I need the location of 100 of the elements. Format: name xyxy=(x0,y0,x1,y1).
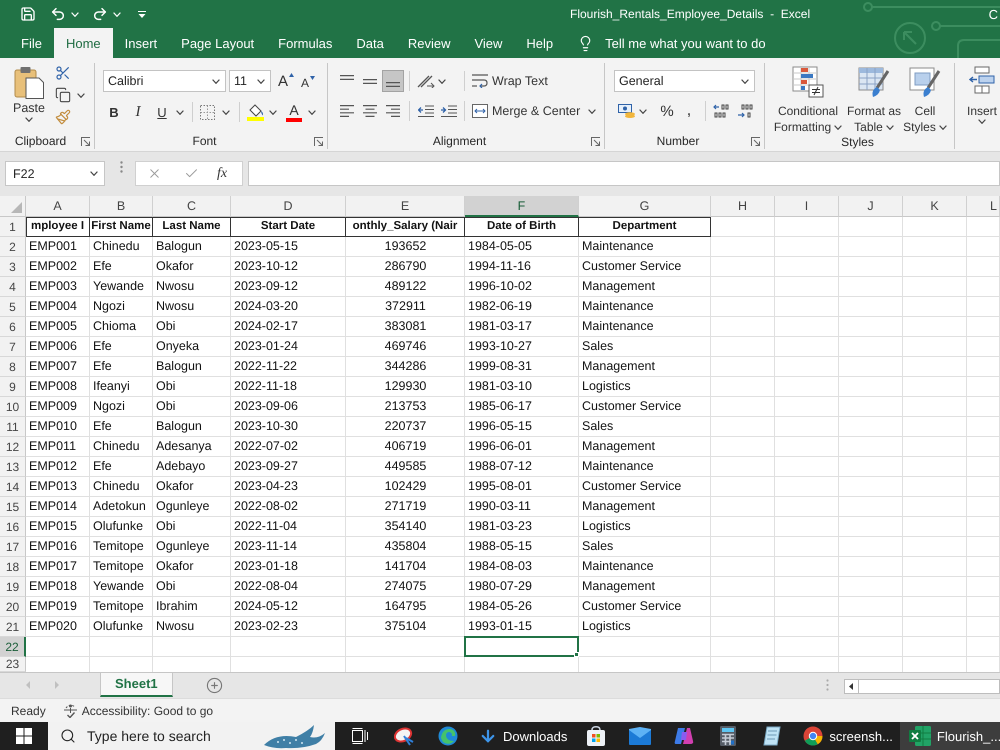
row-header[interactable]: 11 xyxy=(0,417,26,437)
horizontal-scrollbar[interactable] xyxy=(844,679,1000,694)
increase-decimal-icon[interactable] xyxy=(713,104,729,118)
column-header[interactable]: H xyxy=(711,196,775,217)
row-header[interactable]: 15 xyxy=(0,497,26,517)
angled-text-icon[interactable] xyxy=(417,74,435,88)
shrink-font-button[interactable]: A xyxy=(301,71,316,91)
styles-button[interactable]: Cell Styles xyxy=(903,63,947,135)
ribbon-tab[interactable]: Data xyxy=(344,28,396,58)
browser-circle-icon[interactable] xyxy=(803,726,824,746)
copy-icon[interactable] xyxy=(55,87,71,103)
row-header[interactable]: 3 xyxy=(0,257,26,277)
comma-style-button[interactable]: , xyxy=(679,101,699,121)
row-header[interactable]: 1 xyxy=(0,217,26,237)
name-box-field[interactable]: F22 xyxy=(5,161,105,186)
save-icon[interactable] xyxy=(20,6,36,22)
taskbar-button[interactable]: Flourish_... xyxy=(900,722,1000,750)
row-header[interactable]: 19 xyxy=(0,577,26,597)
ribbon-tab[interactable]: Review xyxy=(396,28,462,58)
row-header[interactable]: 23 xyxy=(0,657,26,672)
sheet-tab[interactable]: Sheet1 xyxy=(100,672,173,696)
caret-icon[interactable] xyxy=(834,124,842,130)
task-view-icon[interactable] xyxy=(352,728,368,744)
row-header[interactable]: 22 xyxy=(0,637,26,657)
customize-toolbar-icon[interactable] xyxy=(138,10,146,18)
redo-icon[interactable] xyxy=(92,6,108,22)
undo-icon[interactable] xyxy=(50,6,66,22)
ribbon-tab[interactable]: View xyxy=(462,28,514,58)
caret-icon[interactable] xyxy=(886,124,894,130)
column-header[interactable]: K xyxy=(903,196,967,217)
taskbar-button[interactable]: screensh... xyxy=(794,722,900,750)
increase-indent-icon[interactable] xyxy=(441,105,457,117)
row-header[interactable]: 2 xyxy=(0,237,26,257)
row-header[interactable]: 6 xyxy=(0,317,26,337)
styles-button[interactable]: Format as Table xyxy=(845,63,903,135)
cell-brush-icon[interactable] xyxy=(909,66,941,98)
merge-center-button[interactable]: Merge & Center xyxy=(472,101,596,121)
ribbon-tab[interactable]: Page Layout xyxy=(169,28,266,58)
row-header[interactable]: 4 xyxy=(0,277,26,297)
caret-icon[interactable] xyxy=(77,92,85,98)
row-header[interactable]: 8 xyxy=(0,357,26,377)
accessibility-check-icon[interactable] xyxy=(62,704,78,718)
row-header[interactable]: 7 xyxy=(0,337,26,357)
money-coins-icon[interactable] xyxy=(618,104,635,118)
underline-button[interactable]: U xyxy=(152,102,172,122)
scissors-icon[interactable] xyxy=(55,65,71,81)
paintbrush-icon[interactable] xyxy=(55,109,71,125)
dialog-launcher-icon[interactable] xyxy=(751,136,760,146)
ribbon-tab[interactable]: Formulas xyxy=(266,28,344,58)
row-header[interactable]: 20 xyxy=(0,597,26,617)
conditional-formatting-icon[interactable] xyxy=(792,66,824,98)
styles-button[interactable]: Conditional Formatting xyxy=(771,63,845,135)
dialog-launcher-icon[interactable] xyxy=(314,136,323,146)
shopping-bag-icon[interactable] xyxy=(586,726,606,746)
formula-input-field[interactable] xyxy=(248,161,1000,186)
column-header[interactable]: C xyxy=(153,196,231,217)
drag-handle-icon[interactable] xyxy=(826,679,829,691)
column-header[interactable]: D xyxy=(231,196,346,217)
column-header[interactable]: B xyxy=(90,196,153,217)
caret-icon[interactable] xyxy=(212,78,220,84)
selected-cell[interactable] xyxy=(464,636,579,657)
insert-cells-button[interactable]: Insert xyxy=(966,63,998,133)
borders-icon[interactable] xyxy=(200,104,215,120)
row-header[interactable]: 17 xyxy=(0,537,26,557)
caret-icon[interactable] xyxy=(222,110,230,114)
row-header[interactable]: 21 xyxy=(0,617,26,637)
percent-button[interactable]: % xyxy=(657,101,677,121)
caret-icon[interactable] xyxy=(639,108,647,114)
row-header[interactable]: 14 xyxy=(0,477,26,497)
table-brush-icon[interactable] xyxy=(858,66,890,98)
taskbar-button[interactable]: Downloads xyxy=(470,722,574,750)
ribbon-tab[interactable]: Help xyxy=(514,28,566,58)
column-header[interactable]: E xyxy=(346,196,465,217)
fill-handle-icon[interactable] xyxy=(574,652,579,657)
caret-icon[interactable] xyxy=(90,171,98,176)
taskbar-search-field[interactable]: Type here to search xyxy=(48,722,335,750)
download-arrow-icon[interactable] xyxy=(479,727,497,745)
paste-button[interactable]: Paste xyxy=(9,63,49,133)
row-header[interactable]: 16 xyxy=(0,517,26,537)
font-color-button[interactable]: A xyxy=(286,102,302,122)
wrap-text-button[interactable]: Wrap Text xyxy=(472,71,548,91)
column-header[interactable]: G xyxy=(579,196,711,217)
caret-icon[interactable] xyxy=(978,119,986,124)
dialog-launcher-icon[interactable] xyxy=(591,136,600,146)
font-name-dropdown[interactable]: Calibri xyxy=(103,70,226,92)
caret-icon[interactable] xyxy=(741,78,749,84)
calculator-icon[interactable] xyxy=(720,726,736,746)
caret-icon[interactable] xyxy=(438,78,446,84)
triangle-left-icon[interactable] xyxy=(849,683,854,690)
decrease-decimal-icon[interactable] xyxy=(738,104,754,118)
column-header[interactable]: I xyxy=(775,196,839,217)
caret-icon[interactable] xyxy=(269,110,277,114)
row-header[interactable]: 5 xyxy=(0,297,26,317)
column-header[interactable]: J xyxy=(839,196,903,217)
caret-icon[interactable] xyxy=(308,110,316,114)
italic-button[interactable]: I xyxy=(128,102,148,122)
paint-bucket-icon[interactable] xyxy=(247,103,264,121)
browser-swirl-icon[interactable] xyxy=(438,726,458,746)
column-header[interactable]: F xyxy=(465,196,579,217)
start-grid-icon[interactable] xyxy=(16,728,32,744)
